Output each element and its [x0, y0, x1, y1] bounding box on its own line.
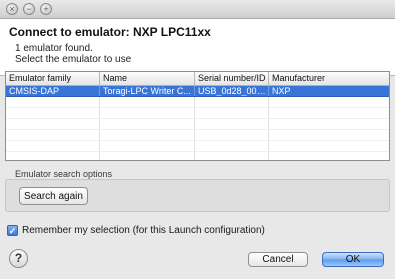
search-options-label: Emulator search options — [15, 169, 113, 179]
table-row[interactable]: CMSIS-DAP Toragi-LPC Writer C... USB_0d2… — [6, 86, 389, 97]
empty-table-row — [6, 130, 389, 141]
column-header-serial-number[interactable]: Serial number/ID — [195, 72, 269, 85]
dialog-title: Connect to emulator: NXP LPC11xx — [9, 25, 211, 39]
cancel-button[interactable]: Cancel — [248, 252, 308, 267]
search-again-button[interactable]: Search again — [19, 187, 88, 205]
instruction-message: Select the emulator to use — [15, 54, 132, 65]
emulator-table[interactable]: Emulator family Name Serial number/ID Ma… — [5, 71, 390, 161]
checkbox-checked-icon: ✓ — [8, 226, 17, 236]
empty-table-row — [6, 141, 389, 152]
remember-selection-label[interactable]: Remember my selection (for this Launch c… — [22, 225, 265, 236]
column-header-manufacturer[interactable]: Manufacturer — [269, 72, 389, 85]
cell-name: Toragi-LPC Writer C... — [100, 86, 195, 96]
table-header: Emulator family Name Serial number/ID Ma… — [6, 72, 389, 86]
column-header-name[interactable]: Name — [100, 72, 195, 85]
dialog-header: Connect to emulator: NXP LPC11xx 1 emula… — [0, 19, 395, 76]
remember-selection-checkbox[interactable]: ✓ — [7, 225, 18, 236]
connect-emulator-dialog: × − + Connect to emulator: NXP LPC11xx 1… — [0, 0, 395, 279]
help-icon[interactable]: ? — [9, 249, 28, 268]
title-bar: × − + — [0, 0, 395, 19]
cell-manufacturer: NXP — [272, 86, 291, 96]
column-header-emulator-family[interactable]: Emulator family — [6, 72, 100, 85]
empty-table-row — [6, 108, 389, 119]
cell-serial-number: USB_0d28_001... — [195, 86, 269, 96]
empty-table-row — [6, 152, 389, 160]
search-options-group: Search again — [5, 179, 390, 212]
table-body: CMSIS-DAP Toragi-LPC Writer C... USB_0d2… — [6, 86, 389, 160]
window-maximize-icon[interactable]: + — [40, 3, 52, 15]
empty-table-row — [6, 97, 389, 108]
window-close-icon[interactable]: × — [6, 3, 18, 15]
found-message: 1 emulator found. — [15, 43, 93, 54]
cell-emulator-family: CMSIS-DAP — [6, 86, 100, 96]
ok-button[interactable]: OK — [322, 252, 384, 267]
window-minimize-icon[interactable]: − — [23, 3, 35, 15]
empty-table-row — [6, 119, 389, 130]
